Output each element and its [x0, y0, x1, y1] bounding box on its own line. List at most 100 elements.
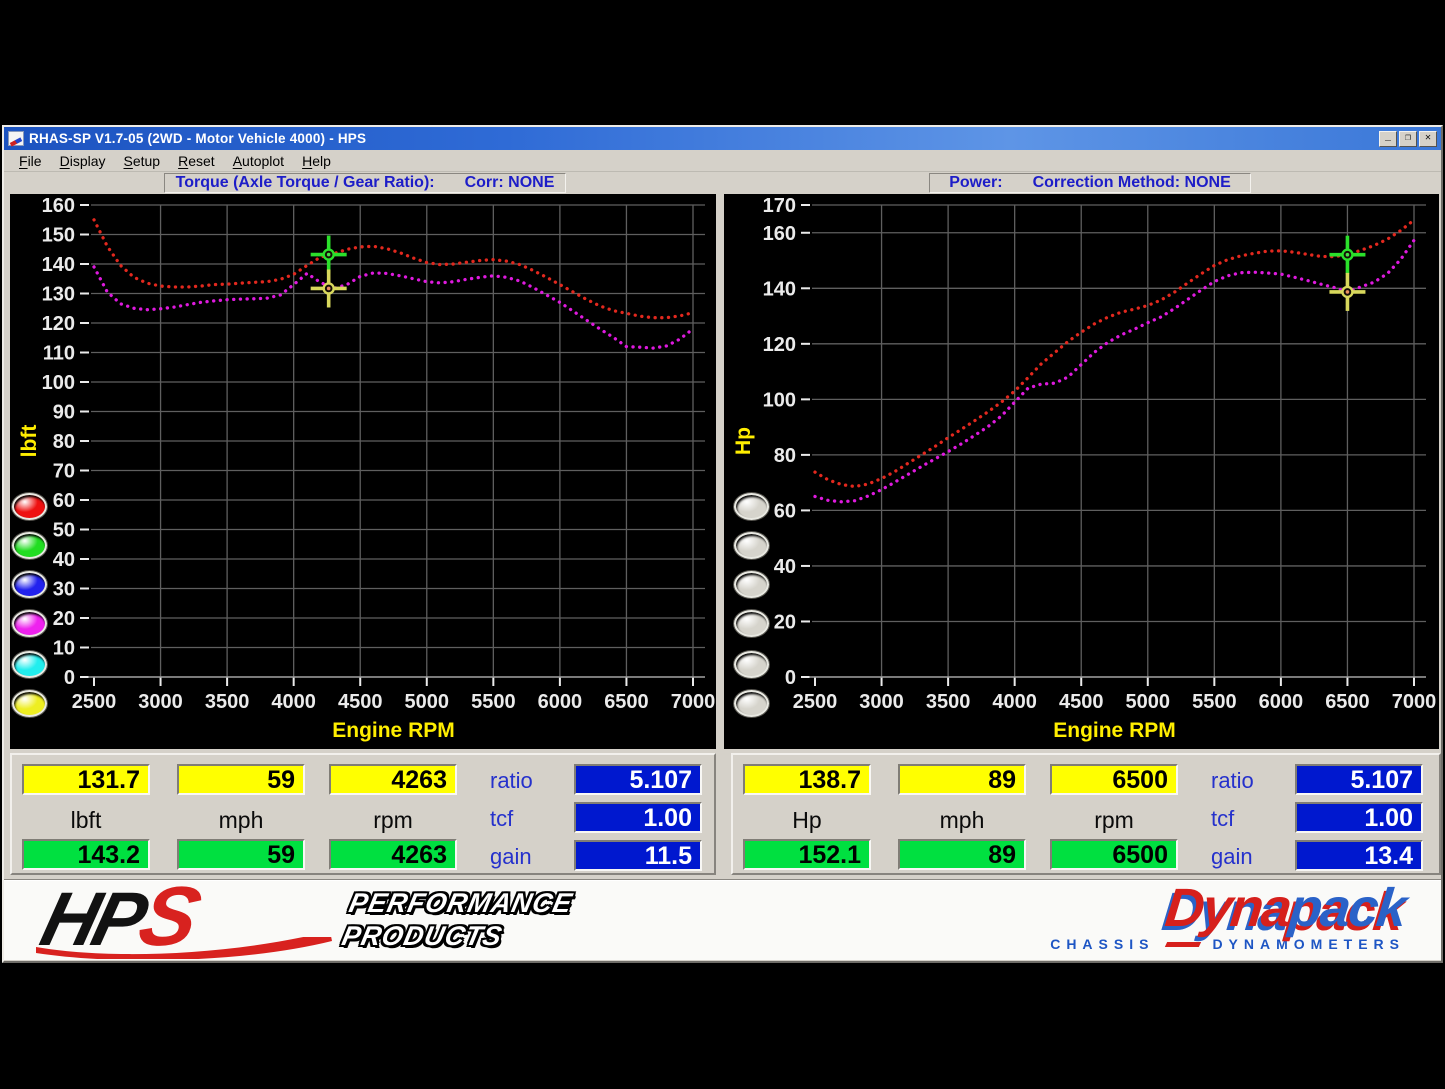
svg-text:4500: 4500 [1059, 691, 1104, 713]
title-bar[interactable]: RHAS-SP V1.7-05 (2WD - Motor Vehicle 400… [4, 127, 1441, 150]
channel-button-gray-2[interactable] [734, 532, 769, 559]
chart-header-strip: Torque (Axle Torque / Gear Ratio): Corr:… [4, 172, 1441, 194]
restore-button[interactable]: ❐ [1399, 131, 1417, 147]
ratio-label: ratio [1211, 768, 1291, 794]
gain-value: 11.5 [574, 840, 702, 871]
power-header: Power: Correction Method: NONE [929, 173, 1251, 193]
cursor1-Hp-value: 138.7 [743, 764, 871, 795]
channel-button-gray-3[interactable] [734, 571, 769, 598]
dynapack-word-pack: pack [1287, 878, 1408, 938]
svg-text:20: 20 [774, 611, 796, 633]
unit-label-rpm: rpm [1050, 807, 1178, 834]
close-button[interactable]: ✕ [1419, 131, 1437, 147]
svg-text:40: 40 [774, 556, 796, 578]
channel-button-gray-1[interactable] [734, 493, 769, 520]
svg-text:160: 160 [763, 223, 796, 245]
svg-text:170: 170 [763, 195, 796, 217]
channel-button-gray-6[interactable] [734, 690, 769, 717]
menu-setup[interactable]: Setup [115, 151, 170, 171]
unit-label-Hp: Hp [743, 807, 871, 834]
dynapack-tag-chassis: CHASSIS [1050, 936, 1154, 952]
torque-chart-panel: 0102030405060708090100110120130140150160… [10, 194, 716, 749]
torque-chart[interactable]: 0102030405060708090100110120130140150160… [10, 194, 716, 749]
channel-button-gray-4[interactable] [734, 610, 769, 637]
cursor2-mph-value: 59 [177, 839, 305, 870]
letterbox-top [0, 0, 1445, 125]
green-cursor-crosshair[interactable] [1329, 236, 1365, 274]
y-axis-label: lbft [18, 425, 41, 458]
svg-text:5500: 5500 [471, 691, 516, 713]
power-run-red-curve [815, 220, 1414, 487]
readout-row: 131.7594263lbftmphrpm143.2594263ratio5.1… [4, 749, 1441, 880]
svg-text:6500: 6500 [604, 691, 649, 713]
dynapack-tag-dynamometers: DYNAMOMETERS [1212, 936, 1405, 952]
channel-button-red[interactable] [12, 493, 47, 520]
svg-text:30: 30 [53, 579, 75, 601]
svg-text:120: 120 [42, 313, 75, 335]
hps-tagline-line2: PRODUCTS [339, 920, 569, 953]
svg-text:50: 50 [53, 520, 75, 542]
channel-button-gray-5[interactable] [734, 651, 769, 678]
menu-reset[interactable]: Reset [169, 151, 224, 171]
letterbox-bottom [0, 963, 1445, 1089]
svg-text:40: 40 [53, 549, 75, 571]
unit-label-lbft: lbft [22, 807, 150, 834]
svg-text:3000: 3000 [859, 691, 904, 713]
cursor2-mph-value: 89 [898, 839, 1026, 870]
y-axis-label: Hp [732, 427, 755, 455]
cursor1-rpm-value: 4263 [329, 764, 457, 795]
channel-button-green[interactable] [12, 532, 47, 559]
window-controls: _❐✕ [1379, 131, 1437, 147]
tcf-value: 1.00 [1295, 802, 1423, 833]
dynapack-word-dyna: Dyna [1163, 878, 1293, 938]
menu-help[interactable]: Help [293, 151, 340, 171]
torque-header-correction: Corr: NONE [465, 174, 555, 192]
torque-header: Torque (Axle Torque / Gear Ratio): Corr:… [164, 173, 566, 193]
channel-button-yellow[interactable] [12, 690, 47, 717]
cursor2-rpm-value: 6500 [1050, 839, 1178, 870]
svg-text:6500: 6500 [1325, 691, 1370, 713]
channel-button-blue[interactable] [12, 571, 47, 598]
svg-text:5000: 5000 [405, 691, 450, 713]
power-readout-panel: 138.7896500Hpmphrpm152.1896500ratio5.107… [731, 753, 1441, 875]
svg-text:2500: 2500 [793, 691, 838, 713]
cursor1-mph-value: 59 [177, 764, 305, 795]
svg-text:80: 80 [774, 445, 796, 467]
power-chart[interactable]: 0204060801001201401601702500300035004000… [724, 194, 1439, 749]
yellow-cursor-crosshair[interactable] [311, 269, 347, 307]
green-cursor-crosshair[interactable] [311, 236, 347, 274]
dynapack-logo: Dynapack CHASSIS DYNAMOMETERS [1050, 881, 1405, 952]
yellow-cursor-crosshair[interactable] [1329, 273, 1365, 311]
svg-text:140: 140 [763, 278, 796, 300]
channel-button-magenta[interactable] [12, 610, 47, 637]
tcf-value: 1.00 [574, 802, 702, 833]
power-header-correction: Correction Method: NONE [1033, 174, 1231, 192]
dynapack-dash [1165, 942, 1201, 947]
svg-text:7000: 7000 [671, 691, 716, 713]
gain-label: gain [490, 844, 570, 870]
hps-logo: HPS PERFORMANCE PRODUCTS [34, 885, 674, 957]
svg-text:4000: 4000 [992, 691, 1037, 713]
ratio-label: ratio [490, 768, 570, 794]
svg-text:60: 60 [774, 500, 796, 522]
x-axis-label: Engine RPM [332, 719, 455, 742]
app-window: RHAS-SP V1.7-05 (2WD - Motor Vehicle 400… [2, 125, 1443, 963]
svg-text:6000: 6000 [538, 691, 583, 713]
gain-label: gain [1211, 844, 1291, 870]
svg-text:0: 0 [64, 667, 75, 689]
svg-text:160: 160 [42, 195, 75, 217]
svg-text:2500: 2500 [72, 691, 117, 713]
logo-strip: HPS PERFORMANCE PRODUCTS Dynapack CHASSI… [4, 880, 1441, 960]
svg-text:110: 110 [43, 343, 75, 365]
channel-button-cyan[interactable] [12, 651, 47, 678]
dynapack-wordmark: Dynapack [1047, 881, 1407, 935]
svg-text:4000: 4000 [271, 691, 316, 713]
menu-file[interactable]: File [10, 151, 51, 171]
menu-display[interactable]: Display [51, 151, 115, 171]
menu-autoplot[interactable]: Autoplot [224, 151, 293, 171]
svg-text:80: 80 [53, 431, 75, 453]
minimize-button[interactable]: _ [1379, 131, 1397, 147]
hps-mark: HPS [35, 881, 203, 955]
chart-divider [716, 194, 724, 749]
power-header-title: Power: [949, 174, 1002, 192]
